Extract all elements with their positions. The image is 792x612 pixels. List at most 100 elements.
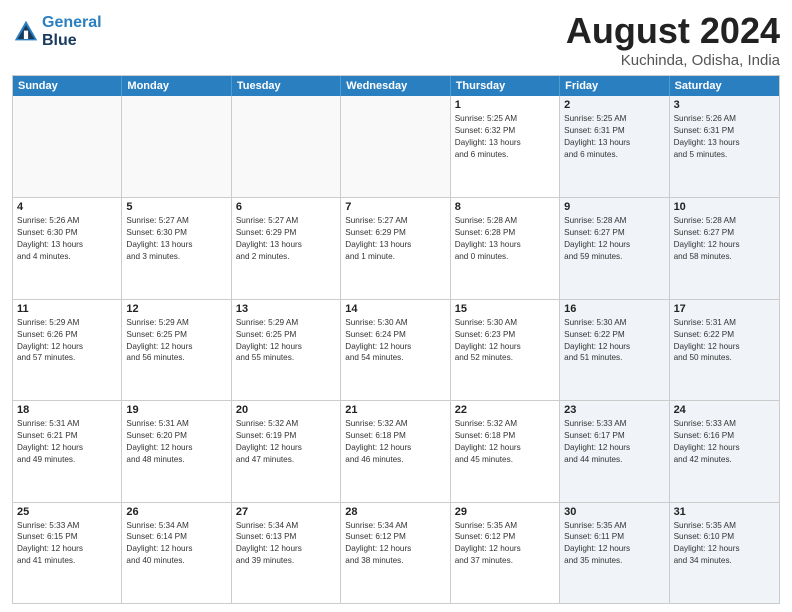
day-info: Sunrise: 5:28 AMSunset: 6:27 PMDaylight:… [564, 215, 664, 263]
day-number: 8 [455, 201, 555, 213]
calendar-cell-29: 29Sunrise: 5:35 AMSunset: 6:12 PMDayligh… [451, 503, 560, 603]
day-number: 11 [17, 303, 117, 315]
day-info: Sunrise: 5:31 AMSunset: 6:21 PMDaylight:… [17, 418, 117, 466]
calendar-cell-3: 3Sunrise: 5:26 AMSunset: 6:31 PMDaylight… [670, 96, 779, 197]
weekday-header-thursday: Thursday [451, 76, 560, 96]
day-number: 22 [455, 404, 555, 416]
calendar-cell-25: 25Sunrise: 5:33 AMSunset: 6:15 PMDayligh… [13, 503, 122, 603]
weekday-header-sunday: Sunday [13, 76, 122, 96]
day-info: Sunrise: 5:35 AMSunset: 6:11 PMDaylight:… [564, 520, 664, 568]
day-info: Sunrise: 5:34 AMSunset: 6:14 PMDaylight:… [126, 520, 226, 568]
day-number: 20 [236, 404, 336, 416]
calendar-cell-empty [232, 96, 341, 197]
calendar-cell-21: 21 Sunrise: 5:32 AMSunset: 6:18 PMDayligh… [341, 401, 450, 501]
title-block: August 2024 Kuchinda, Odisha, India [566, 10, 780, 69]
day-number: 19 [126, 404, 226, 416]
logo-line2: Blue [42, 32, 77, 49]
day-info: Sunrise: 5:31 AMSunset: 6:20 PMDaylight:… [126, 418, 226, 466]
calendar-cell-18: 18 Sunrise: 5:31 AMSunset: 6:21 PMDayligh… [13, 401, 122, 501]
day-number: 28 [345, 506, 445, 518]
day-number: 2 [564, 99, 664, 111]
day-number: 7 [345, 201, 445, 213]
day-info: Sunrise: 5:28 AMSunset: 6:27 PMDaylight:… [674, 215, 775, 263]
calendar-cell-7: 7 Sunrise: 5:27 AMSunset: 6:29 PMDaylight… [341, 198, 450, 298]
calendar-cell-19: 19 Sunrise: 5:31 AMSunset: 6:20 PMDayligh… [122, 401, 231, 501]
day-number: 23 [564, 404, 664, 416]
calendar-cell-1: 1 Sunrise: 5:25 AMSunset: 6:32 PMDaylight… [451, 96, 560, 197]
calendar-cell-empty [341, 96, 450, 197]
day-number: 18 [17, 404, 117, 416]
day-info: Sunrise: 5:30 AMSunset: 6:24 PMDaylight:… [345, 317, 445, 365]
day-number: 12 [126, 303, 226, 315]
logo: General Blue [12, 14, 102, 49]
calendar-cell-23: 23 Sunrise: 5:33 AMSunset: 6:17 PMDayligh… [560, 401, 669, 501]
calendar-cell-16: 16 Sunrise: 5:30 AMSunset: 6:22 PMDayligh… [560, 300, 669, 400]
calendar-cell-17: 17Sunrise: 5:31 AMSunset: 6:22 PMDayligh… [670, 300, 779, 400]
day-number: 6 [236, 201, 336, 213]
day-info: Sunrise: 5:35 AMSunset: 6:10 PMDaylight:… [674, 520, 775, 568]
calendar-cell-31: 31Sunrise: 5:35 AMSunset: 6:10 PMDayligh… [670, 503, 779, 603]
calendar-cell-2: 2Sunrise: 5:25 AMSunset: 6:31 PMDaylight… [560, 96, 669, 197]
calendar-row-0: 1 Sunrise: 5:25 AMSunset: 6:32 PMDaylight… [13, 96, 779, 197]
calendar-cell-13: 13 Sunrise: 5:29 AMSunset: 6:25 PMDayligh… [232, 300, 341, 400]
logo-line1: General [42, 14, 102, 31]
day-info: Sunrise: 5:27 AMSunset: 6:29 PMDaylight:… [236, 215, 336, 263]
day-info: Sunrise: 5:29 AMSunset: 6:26 PMDaylight:… [17, 317, 117, 365]
weekday-header-saturday: Saturday [670, 76, 779, 96]
calendar-cell-26: 26 Sunrise: 5:34 AMSunset: 6:14 PMDayligh… [122, 503, 231, 603]
day-info: Sunrise: 5:33 AMSunset: 6:16 PMDaylight:… [674, 418, 775, 466]
page-header: General Blue August 2024 Kuchinda, Odish… [12, 10, 780, 69]
day-number: 30 [564, 506, 664, 518]
calendar-cell-10: 10Sunrise: 5:28 AMSunset: 6:27 PMDayligh… [670, 198, 779, 298]
calendar-cell-24: 24 Sunrise: 5:33 AMSunset: 6:16 PMDayligh… [670, 401, 779, 501]
calendar-cell-20: 20 Sunrise: 5:32 AMSunset: 6:19 PMDayligh… [232, 401, 341, 501]
day-number: 14 [345, 303, 445, 315]
calendar-row-3: 18 Sunrise: 5:31 AMSunset: 6:21 PMDayligh… [13, 400, 779, 501]
calendar-header: SundayMondayTuesdayWednesdayThursdayFrid… [13, 76, 779, 96]
day-info: Sunrise: 5:33 AMSunset: 6:17 PMDaylight:… [564, 418, 664, 466]
day-info: Sunrise: 5:29 AMSunset: 6:25 PMDaylight:… [126, 317, 226, 365]
day-info: Sunrise: 5:30 AMSunset: 6:23 PMDaylight:… [455, 317, 555, 365]
day-number: 4 [17, 201, 117, 213]
day-info: Sunrise: 5:32 AMSunset: 6:18 PMDaylight:… [345, 418, 445, 466]
day-info: Sunrise: 5:29 AMSunset: 6:25 PMDaylight:… [236, 317, 336, 365]
day-number: 13 [236, 303, 336, 315]
day-info: Sunrise: 5:25 AMSunset: 6:32 PMDaylight:… [455, 113, 555, 161]
day-number: 16 [564, 303, 664, 315]
day-info: Sunrise: 5:26 AMSunset: 6:30 PMDaylight:… [17, 215, 117, 263]
calendar-body: 1 Sunrise: 5:25 AMSunset: 6:32 PMDaylight… [13, 96, 779, 603]
day-info: Sunrise: 5:32 AMSunset: 6:19 PMDaylight:… [236, 418, 336, 466]
calendar-cell-12: 12 Sunrise: 5:29 AMSunset: 6:25 PMDayligh… [122, 300, 231, 400]
month-title: August 2024 [566, 10, 780, 52]
weekday-header-friday: Friday [560, 76, 669, 96]
day-info: Sunrise: 5:32 AMSunset: 6:18 PMDaylight:… [455, 418, 555, 466]
calendar-cell-9: 9 Sunrise: 5:28 AMSunset: 6:27 PMDaylight… [560, 198, 669, 298]
weekday-header-monday: Monday [122, 76, 231, 96]
day-number: 9 [564, 201, 664, 213]
day-number: 26 [126, 506, 226, 518]
calendar-cell-6: 6 Sunrise: 5:27 AMSunset: 6:29 PMDaylight… [232, 198, 341, 298]
calendar-cell-15: 15 Sunrise: 5:30 AMSunset: 6:23 PMDayligh… [451, 300, 560, 400]
day-number: 21 [345, 404, 445, 416]
calendar: SundayMondayTuesdayWednesdayThursdayFrid… [12, 75, 780, 604]
day-number: 24 [674, 404, 775, 416]
calendar-cell-empty [122, 96, 231, 197]
calendar-cell-11: 11 Sunrise: 5:29 AMSunset: 6:26 PMDayligh… [13, 300, 122, 400]
day-number: 25 [17, 506, 117, 518]
day-info: Sunrise: 5:30 AMSunset: 6:22 PMDaylight:… [564, 317, 664, 365]
day-number: 15 [455, 303, 555, 315]
day-info: Sunrise: 5:27 AMSunset: 6:29 PMDaylight:… [345, 215, 445, 263]
calendar-cell-4: 4 Sunrise: 5:26 AMSunset: 6:30 PMDaylight… [13, 198, 122, 298]
weekday-header-wednesday: Wednesday [341, 76, 450, 96]
day-number: 29 [455, 506, 555, 518]
day-number: 27 [236, 506, 336, 518]
calendar-cell-30: 30 Sunrise: 5:35 AMSunset: 6:11 PMDayligh… [560, 503, 669, 603]
calendar-cell-27: 27Sunrise: 5:34 AMSunset: 6:13 PMDayligh… [232, 503, 341, 603]
day-info: Sunrise: 5:27 AMSunset: 6:30 PMDaylight:… [126, 215, 226, 263]
calendar-row-4: 25Sunrise: 5:33 AMSunset: 6:15 PMDayligh… [13, 502, 779, 603]
day-number: 1 [455, 99, 555, 111]
calendar-cell-22: 22 Sunrise: 5:32 AMSunset: 6:18 PMDayligh… [451, 401, 560, 501]
day-info: Sunrise: 5:26 AMSunset: 6:31 PMDaylight:… [674, 113, 775, 161]
calendar-cell-28: 28Sunrise: 5:34 AMSunset: 6:12 PMDayligh… [341, 503, 450, 603]
calendar-cell-8: 8Sunrise: 5:28 AMSunset: 6:28 PMDaylight… [451, 198, 560, 298]
